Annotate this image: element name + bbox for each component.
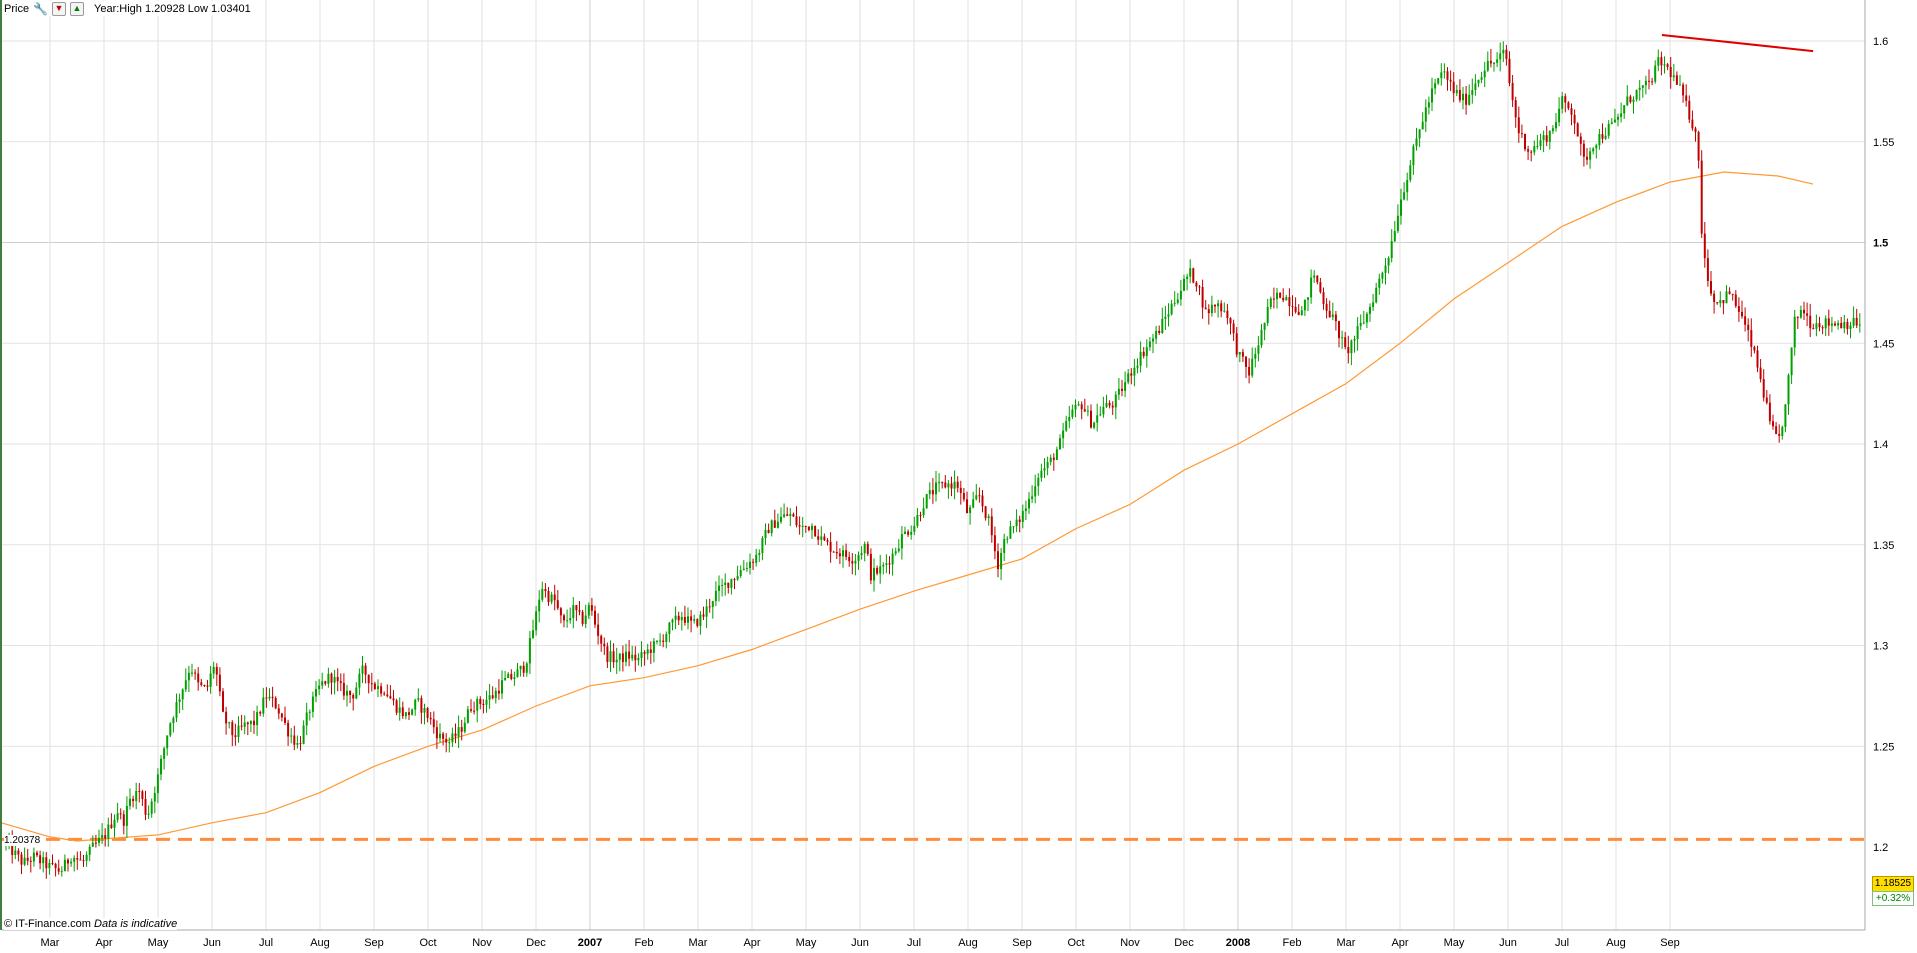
x-tick-label: Dec	[526, 937, 546, 949]
arrow-down-icon[interactable]: ▼	[52, 1, 67, 16]
x-tick-label: Jun	[851, 937, 869, 949]
price-label: Price	[4, 2, 30, 15]
x-tick-label: May	[148, 937, 169, 949]
x-tick-label: Mar	[1337, 937, 1356, 949]
x-tick-label: Jul	[1555, 937, 1569, 949]
y-tick-label: 1.2	[1873, 842, 1888, 854]
x-tick-label: Mar	[689, 937, 708, 949]
x-tick-label: Apr	[95, 937, 112, 949]
x-tick-label: Nov	[472, 937, 492, 949]
year-range-text: Year:High 1.20928 Low 1.03401	[94, 2, 251, 15]
x-tick-label: May	[796, 937, 817, 949]
copyright-text: © IT-Finance.com	[4, 918, 91, 930]
x-tick-label: Apr	[1391, 937, 1408, 949]
x-tick-label: May	[1444, 937, 1465, 949]
footer-note: © IT-Finance.com Data is indicative	[4, 918, 178, 930]
y-tick-label: 1.45	[1873, 338, 1894, 350]
last-price-badge: 1.18525	[1872, 876, 1914, 892]
x-tick-label: Oct	[419, 937, 436, 949]
y-tick-label: 1.35	[1873, 540, 1894, 552]
support-level-label: 1.20378	[4, 835, 41, 846]
x-tick-label: 2008	[1226, 937, 1250, 949]
x-tick-label: Sep	[1012, 937, 1032, 949]
x-tick-label: Sep	[364, 937, 384, 949]
chart-window: 1.25 1.3 1.35 1.4 1.45 1.5 1.55 1.6 1.2 Mar Apr May…	[0, 0, 1917, 950]
x-tick-label: Feb	[1283, 937, 1302, 949]
y-tick-label: 1.6	[1873, 36, 1888, 48]
y-tick-label: 1.55	[1873, 137, 1894, 149]
x-tick-label: Sep	[1660, 937, 1680, 949]
x-tick-label: Feb	[635, 937, 654, 949]
x-tick-label: Jul	[907, 937, 921, 949]
x-tick-label: Mar	[41, 937, 60, 949]
y-tick-label: 1.4	[1873, 439, 1888, 451]
y-tick-label: 1.3	[1873, 641, 1888, 653]
x-tick-label: Oct	[1067, 937, 1084, 949]
chart-toolbar: Price 🔧 ▼ ▲ Year:High 1.20928 Low 1.0340…	[4, 1, 255, 16]
x-tick-label: Nov	[1120, 937, 1140, 949]
x-tick-label: Dec	[1174, 937, 1194, 949]
x-tick-label: Apr	[743, 937, 760, 949]
plot-border	[0, 0, 1865, 930]
x-tick-label: Aug	[310, 937, 330, 949]
wrench-icon[interactable]: 🔧	[33, 2, 48, 16]
x-tick-label: Jun	[203, 937, 221, 949]
disclaimer-text: Data is indicative	[94, 918, 178, 930]
x-tick-label: Jun	[1499, 937, 1517, 949]
price-change-badge: +0.32%	[1872, 891, 1914, 906]
arrow-up-icon[interactable]: ▲	[70, 1, 85, 16]
y-tick-label: 1.25	[1873, 741, 1894, 753]
y-tick-label: 1.5	[1873, 238, 1888, 250]
x-tick-label: Aug	[1606, 937, 1626, 949]
x-tick-label: Aug	[958, 937, 978, 949]
x-tick-label: Jul	[259, 937, 273, 949]
x-tick-label: 2007	[578, 937, 602, 949]
